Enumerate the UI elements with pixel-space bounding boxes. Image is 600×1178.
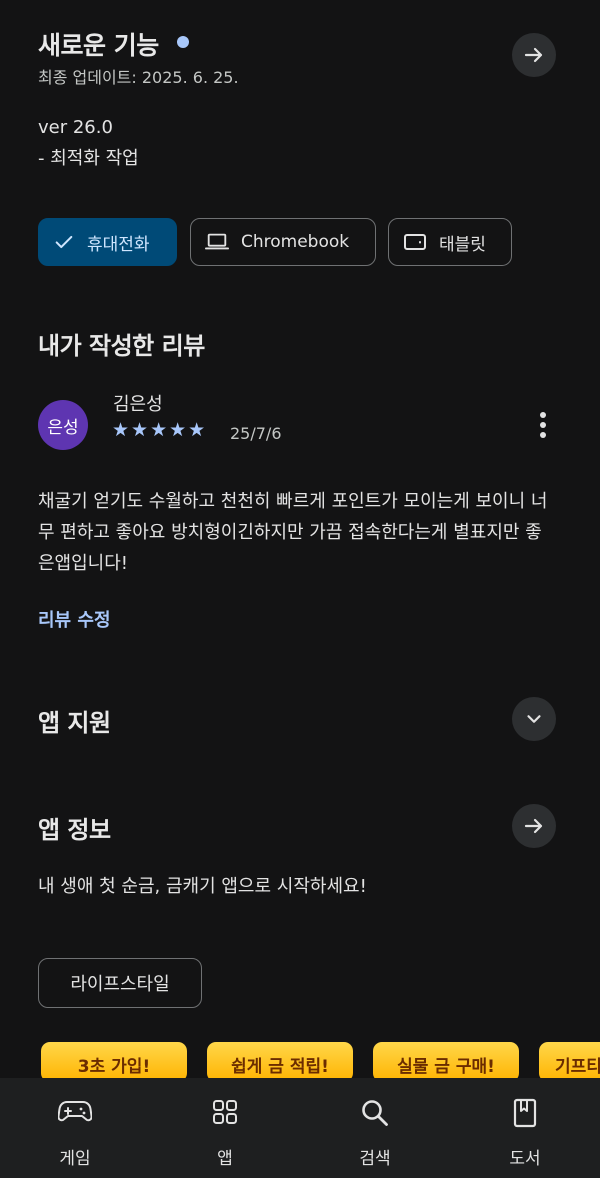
arrow-right-icon xyxy=(524,47,543,63)
gamepad-icon xyxy=(15,1098,135,1124)
device-chip-tablet[interactable]: 태블릿 xyxy=(388,218,512,266)
device-chip-label: Chromebook xyxy=(241,232,350,252)
device-chip-label: 태블릿 xyxy=(439,234,486,255)
nav-item-books[interactable]: 도서 xyxy=(465,1078,585,1178)
last-updated-text: 최종 업데이트: 2025. 6. 25. xyxy=(38,68,239,87)
new-indicator-dot xyxy=(177,36,189,48)
search-icon xyxy=(315,1098,435,1128)
screenshot-banner[interactable]: 실물 금 구매! xyxy=(373,1042,519,1082)
app-description: 내 생애 첫 순금, 금캐기 앱으로 시작하세요! xyxy=(38,876,367,897)
avatar: 은성 xyxy=(38,400,88,450)
whats-new-title: 새로운 기능 xyxy=(38,31,159,60)
app-info-arrow-button[interactable] xyxy=(512,804,556,848)
more-vert-icon xyxy=(540,412,546,438)
chevron-down-icon xyxy=(527,715,541,723)
version-text: ver 26.0 xyxy=(38,117,113,138)
nav-label-books: 도서 xyxy=(509,1149,541,1169)
device-chip-label: 휴대전화 xyxy=(87,234,150,255)
review-date: 25/7/6 xyxy=(230,424,282,443)
apps-grid-icon xyxy=(165,1098,285,1126)
edit-review-link[interactable]: 리뷰 수정 xyxy=(38,606,111,632)
release-notes-text: - 최적화 작업 xyxy=(38,148,139,169)
screenshot-banner[interactable]: 3초 가입! xyxy=(41,1042,187,1082)
bottom-navigation-bar: 게임 앱 검색 도서 xyxy=(0,1078,600,1178)
screenshot-banner[interactable]: 기프티 xyxy=(539,1042,600,1082)
review-star-rating: ★★★★★ xyxy=(112,419,208,441)
app-support-expand-button[interactable] xyxy=(512,697,556,741)
review-text: 채굴기 얻기도 수월하고 천천히 빠르게 포인트가 모이는게 보이니 너무 편하… xyxy=(38,491,548,574)
nav-label-search: 검색 xyxy=(359,1149,391,1169)
screenshot-banner[interactable]: 쉽게 금 적립! xyxy=(207,1042,353,1082)
review-more-options-button[interactable] xyxy=(528,410,558,440)
nav-item-games[interactable]: 게임 xyxy=(15,1078,135,1178)
review-author-name: 김은성 xyxy=(113,394,163,415)
nav-label-apps: 앱 xyxy=(217,1149,233,1169)
whats-new-arrow-button[interactable] xyxy=(512,33,556,77)
device-chip-chromebook[interactable]: Chromebook xyxy=(190,218,376,266)
my-review-heading: 내가 작성한 리뷰 xyxy=(38,332,205,360)
nav-item-apps[interactable]: 앱 xyxy=(165,1078,285,1178)
check-icon xyxy=(53,231,75,253)
app-info-heading: 앱 정보 xyxy=(38,816,111,844)
nav-label-games: 게임 xyxy=(59,1149,91,1169)
laptop-icon xyxy=(205,231,229,253)
device-chip-phone[interactable]: 휴대전화 xyxy=(38,218,177,266)
tablet-icon xyxy=(403,232,427,252)
book-icon xyxy=(465,1098,585,1128)
nav-item-search[interactable]: 검색 xyxy=(315,1078,435,1178)
category-tag-lifestyle[interactable]: 라이프스타일 xyxy=(38,958,202,1008)
app-support-heading: 앱 지원 xyxy=(38,709,111,737)
arrow-right-icon xyxy=(524,818,543,834)
